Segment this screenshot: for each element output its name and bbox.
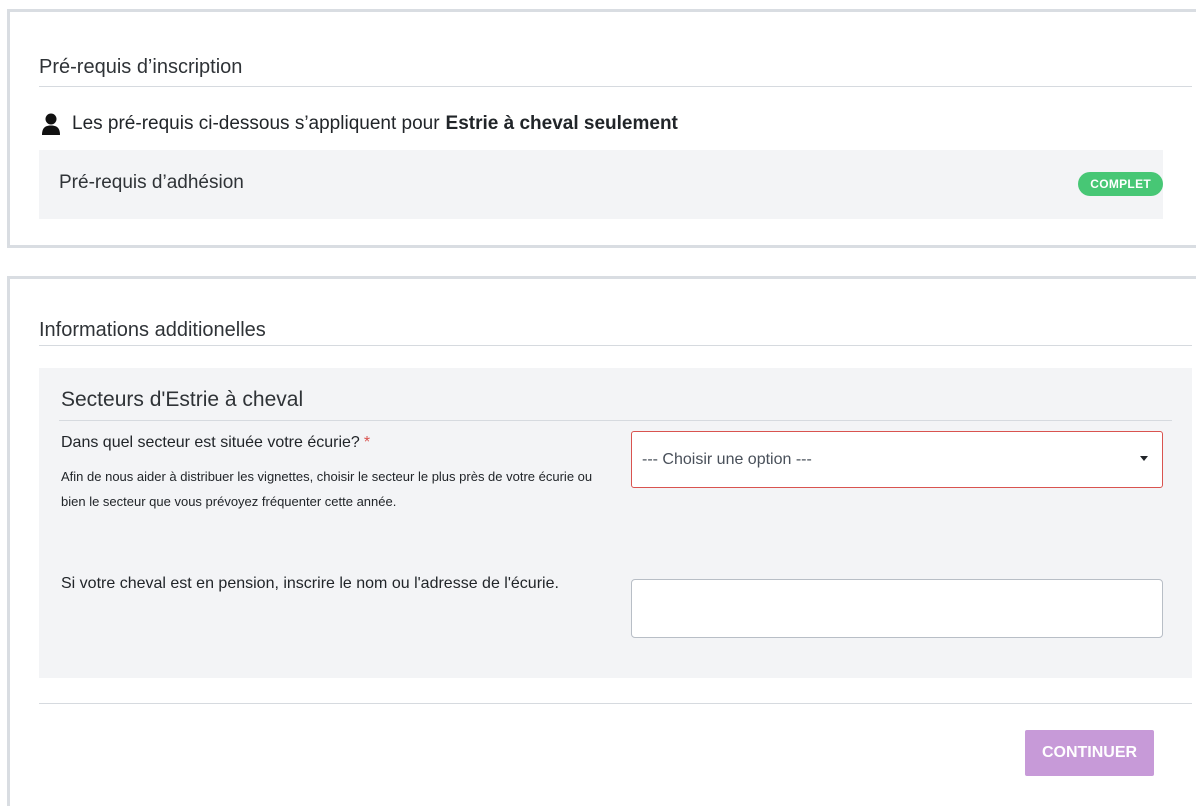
sector-select-value: --- Choisir une option --- [642,451,812,468]
divider [59,420,1172,421]
notice-text: Les pré-requis ci-dessous s’appliquent p… [72,113,440,134]
divider [39,345,1192,346]
notice-org-name: Estrie à cheval seulement [445,113,678,134]
additional-info-card: Informations additionelles Secteurs d'Es… [7,276,1196,806]
sector-question-label: Dans quel secteur est située votre écuri… [61,434,370,452]
stable-question-label: Si votre cheval est en pension, inscrire… [61,575,559,592]
user-icon [42,113,60,135]
divider [39,703,1192,704]
sector-question-help: Afin de nous aider à distribuer les vign… [61,469,593,509]
sector-section-title: Secteurs d'Estrie à cheval [61,388,304,411]
caret-down-icon [1140,456,1148,461]
prerequisite-item-label: Pré-requis d’adhésion [59,172,244,193]
status-badge: COMPLET [1078,172,1163,196]
stable-name-input[interactable] [631,579,1163,638]
prerequisites-title: Pré-requis d’inscription [39,56,243,78]
sector-panel: Secteurs d'Estrie à cheval Dans quel sec… [39,368,1192,678]
sector-select[interactable]: --- Choisir une option --- [631,431,1163,488]
sector-question-text: Dans quel secteur est située votre écuri… [61,434,360,451]
prerequisite-item: Pré-requis d’adhésion COMPLET [39,150,1163,219]
prerequisites-notice: Les pré-requis ci-dessous s’appliquent p… [41,113,678,135]
additional-info-title: Informations additionelles [39,319,266,341]
prerequisites-card: Pré-requis d’inscription Les pré-requis … [7,9,1196,248]
required-marker: * [363,434,371,451]
divider [39,86,1192,87]
continue-button[interactable]: CONTINUER [1025,730,1154,776]
